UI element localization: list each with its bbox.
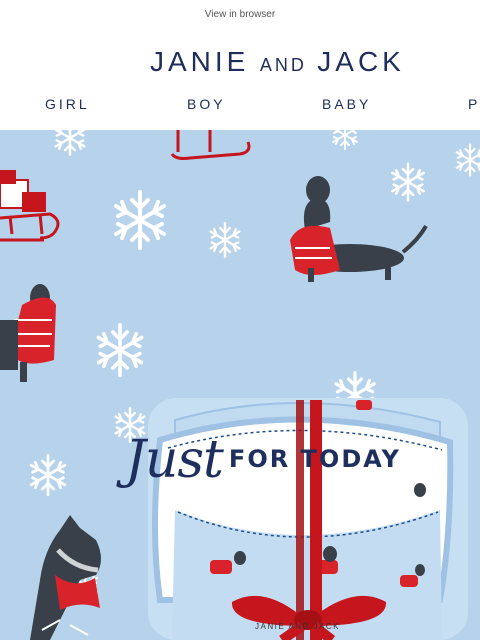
snowflake-icon (391, 162, 425, 202)
nav-baby[interactable]: BABY (322, 96, 371, 112)
garment-neck-label: JANIE AND JACK (255, 622, 341, 631)
snowflake-icon (54, 130, 86, 157)
snowflake-icon (114, 190, 166, 250)
view-in-browser-link[interactable]: View in browser (0, 9, 480, 20)
hero-headline: Just FOR TODAY (125, 430, 401, 490)
headline-script-word: Just (125, 430, 224, 490)
nav-boy[interactable]: BOY (187, 96, 226, 112)
category-nav: GIRL BOY BABY P (0, 96, 480, 116)
hero-banner[interactable]: Just FOR TODAY JANIE AND JACK (0, 130, 480, 640)
snowflake-icon (96, 322, 144, 378)
nav-girl[interactable]: GIRL (45, 96, 90, 112)
sled-icon (170, 130, 251, 160)
logo-word-janie: JANIE (150, 46, 250, 77)
sled-icon (0, 170, 60, 242)
headline-caps-text: FOR TODAY (228, 445, 401, 473)
logo-word-and: AND (259, 55, 307, 75)
scottie-dog-icon (30, 515, 101, 640)
snowflake-icon (29, 453, 67, 497)
snowflake-icon (332, 130, 358, 150)
brand-logo[interactable]: JANIE AND JACK (150, 46, 405, 78)
snowflake-icon (209, 221, 241, 258)
logo-word-jack: JACK (317, 46, 405, 77)
nav-partial-item[interactable]: P (468, 96, 480, 112)
snowflake-icon (455, 143, 480, 177)
dachshund-icon (0, 284, 56, 382)
hero-illustration (0, 130, 480, 640)
